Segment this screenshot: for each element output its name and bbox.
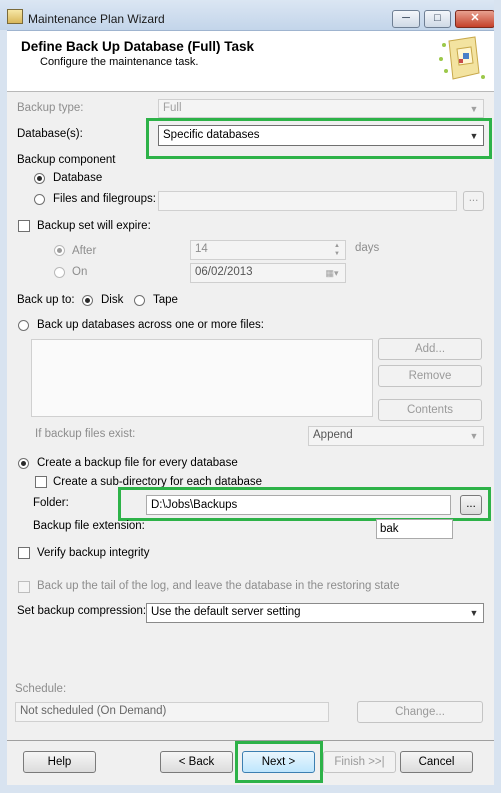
highlight-next bbox=[235, 741, 323, 783]
spin-down-icon[interactable]: ▼ bbox=[330, 250, 344, 259]
close-icon: ✕ bbox=[470, 12, 480, 24]
finish-button[interactable]: Finish >>| bbox=[323, 751, 396, 773]
highlight-folder bbox=[118, 487, 491, 521]
backup-files-list[interactable] bbox=[31, 339, 373, 417]
if-files-exist-label: If backup files exist: bbox=[35, 428, 136, 440]
help-button-label: Help bbox=[47, 756, 72, 768]
remove-button[interactable]: Remove bbox=[378, 365, 482, 387]
expire-on-label: On bbox=[72, 266, 88, 278]
if-files-exist-value: Append bbox=[313, 429, 353, 441]
remove-button-label: Remove bbox=[408, 370, 452, 382]
wizard-graphic-icon bbox=[435, 33, 489, 87]
files-browse-button[interactable]: ... bbox=[463, 191, 484, 211]
files-filegroups-field[interactable] bbox=[158, 191, 457, 211]
across-files-label: Back up databases across one or more fil… bbox=[37, 319, 264, 331]
database-radio-label: Database bbox=[53, 172, 103, 184]
files-filegroups-radio[interactable] bbox=[34, 194, 45, 205]
database-radio[interactable] bbox=[34, 173, 45, 184]
minimize-icon: ─ bbox=[402, 12, 410, 24]
backup-type-select[interactable]: Full ▼ bbox=[158, 99, 484, 118]
expire-after-label: After bbox=[72, 245, 97, 257]
subdirectory-checkbox[interactable] bbox=[35, 476, 47, 488]
maximize-icon: □ bbox=[434, 12, 441, 24]
window-border-bottom bbox=[0, 785, 501, 793]
expire-days-value: 14 bbox=[195, 243, 208, 255]
per-database-radio[interactable] bbox=[18, 458, 29, 469]
highlight-databases bbox=[146, 118, 492, 159]
contents-button[interactable]: Contents bbox=[378, 399, 482, 421]
expire-date-value: 06/02/2013 bbox=[195, 266, 253, 278]
tape-radio-label: Tape bbox=[153, 294, 178, 306]
across-files-radio[interactable] bbox=[18, 320, 29, 331]
change-schedule-label: Change... bbox=[395, 706, 445, 718]
extension-input[interactable]: bak bbox=[376, 519, 453, 539]
back-button[interactable]: < Back bbox=[160, 751, 233, 773]
chevron-down-icon: ▼ bbox=[469, 431, 479, 441]
help-button[interactable]: Help bbox=[23, 751, 96, 773]
title-bar[interactable]: Maintenance Plan Wizard ─ □ ✕ bbox=[0, 0, 501, 31]
expire-after-radio[interactable] bbox=[54, 245, 65, 256]
page-title: Define Back Up Database (Full) Task bbox=[21, 39, 255, 54]
schedule-label: Schedule: bbox=[15, 683, 67, 695]
databases-label: Database(s): bbox=[17, 128, 83, 140]
schedule-field: Not scheduled (On Demand) bbox=[15, 702, 329, 722]
add-button[interactable]: Add... bbox=[378, 338, 482, 360]
wizard-header: Define Back Up Database (Full) Task Conf… bbox=[7, 31, 494, 92]
expire-checkbox[interactable] bbox=[18, 220, 30, 232]
backup-type-label: Backup type: bbox=[17, 102, 84, 114]
compression-select[interactable]: Use the default server setting ▼ bbox=[146, 603, 484, 623]
if-files-exist-select[interactable]: Append ▼ bbox=[308, 426, 484, 446]
expire-date-picker[interactable]: 06/02/2013 ▦▾ bbox=[190, 263, 346, 283]
compression-label: Set backup compression: bbox=[17, 605, 147, 617]
back-button-label: < Back bbox=[178, 756, 215, 768]
close-button[interactable]: ✕ bbox=[455, 10, 495, 28]
app-icon bbox=[7, 9, 23, 24]
page-subtitle: Configure the maintenance task. bbox=[40, 56, 199, 68]
finish-button-label: Finish >>| bbox=[334, 756, 385, 768]
backup-to-label: Back up to: bbox=[17, 294, 75, 306]
maximize-button[interactable]: □ bbox=[424, 10, 451, 28]
contents-button-label: Contents bbox=[406, 404, 454, 416]
verify-label: Verify backup integrity bbox=[37, 547, 150, 559]
task-options-panel: Backup type: Full ▼ Database(s): Specifi… bbox=[7, 92, 494, 737]
minimize-button[interactable]: ─ bbox=[392, 10, 420, 28]
cancel-button-label: Cancel bbox=[418, 756, 455, 768]
tape-radio[interactable] bbox=[134, 295, 145, 306]
window-border-left bbox=[0, 30, 7, 793]
expire-label: Backup set will expire: bbox=[37, 220, 151, 232]
window-border-right bbox=[494, 0, 501, 793]
folder-label: Folder: bbox=[33, 497, 69, 509]
expire-days-stepper[interactable]: 14 ▲ ▼ bbox=[190, 240, 346, 260]
disk-radio[interactable] bbox=[82, 295, 93, 306]
expire-days-label: days bbox=[355, 242, 380, 254]
calendar-icon: ▦▾ bbox=[325, 268, 339, 278]
backup-type-value: Full bbox=[163, 102, 182, 114]
cancel-button[interactable]: Cancel bbox=[400, 751, 473, 773]
per-database-label: Create a backup file for every database bbox=[37, 457, 238, 469]
files-browse-label: ... bbox=[468, 192, 479, 204]
files-filegroups-label: Files and filegroups: bbox=[53, 193, 156, 205]
schedule-value: Not scheduled (On Demand) bbox=[20, 705, 167, 717]
add-button-label: Add... bbox=[414, 343, 446, 355]
disk-radio-label: Disk bbox=[101, 294, 124, 306]
expire-on-radio[interactable] bbox=[54, 267, 65, 278]
extension-value: bak bbox=[380, 523, 399, 535]
tail-log-label: Back up the tail of the log, and leave t… bbox=[37, 580, 400, 592]
compression-value: Use the default server setting bbox=[151, 606, 301, 618]
chevron-down-icon: ▼ bbox=[469, 608, 479, 618]
wizard-footer: Help < Back Next > Finish >>| Cancel bbox=[7, 741, 494, 783]
verify-checkbox[interactable] bbox=[18, 547, 30, 559]
tail-log-checkbox[interactable] bbox=[18, 581, 30, 593]
chevron-down-icon: ▼ bbox=[469, 104, 479, 114]
backup-component-label: Backup component bbox=[17, 154, 116, 166]
window-title: Maintenance Plan Wizard bbox=[28, 12, 165, 26]
extension-label: Backup file extension: bbox=[33, 520, 145, 532]
change-schedule-button[interactable]: Change... bbox=[357, 701, 483, 723]
